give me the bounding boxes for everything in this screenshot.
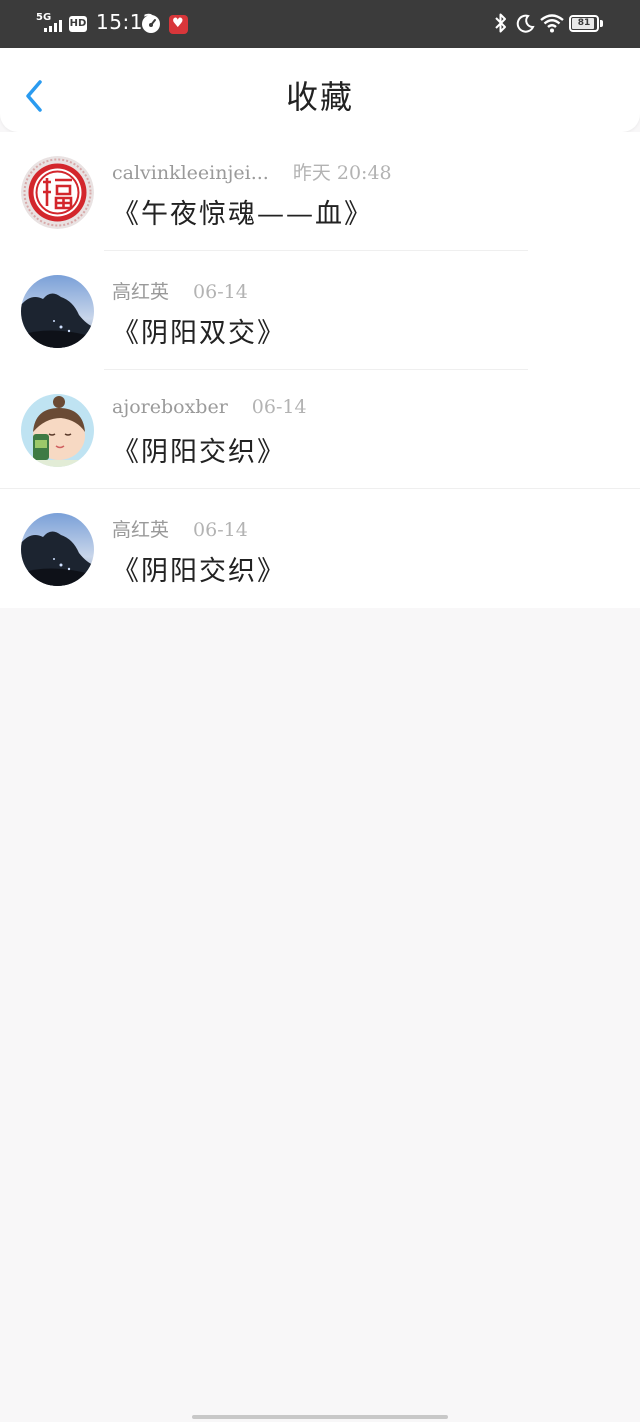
item-title: 《阴阳交织》 <box>112 556 286 587</box>
timestamp: 昨天 20:48 <box>292 162 392 184</box>
header-bar: 收藏 <box>0 48 640 132</box>
author-name: 高红英 <box>112 519 170 541</box>
favorite-item[interactable]: 高红英 06-14 《阴阳双交》 <box>0 251 640 370</box>
favorite-item[interactable]: ajoreboxber 06-14 《阴阳交织》 <box>0 370 640 489</box>
night-tree-avatar <box>21 513 94 586</box>
item-title: 《阴阳交织》 <box>112 437 286 468</box>
author-name: 高红英 <box>112 281 170 303</box>
timestamp: 06-14 <box>193 519 248 541</box>
timestamp: 06-14 <box>193 281 248 303</box>
hd-voice-icon: HD <box>69 16 87 32</box>
night-tree-avatar <box>21 275 94 348</box>
wifi-icon <box>540 12 564 36</box>
status-bar: 5G HD 15:12 81 <box>0 0 640 48</box>
timestamp: 06-14 <box>251 396 307 418</box>
battery-icon: 81 <box>569 15 599 32</box>
battery-level: 81 <box>577 18 591 28</box>
favorites-list: calvinkleeinjei... 昨天 20:48 《午夜惊魂——血》 高红英… <box>0 132 640 608</box>
speed-gauge-icon <box>142 15 160 33</box>
app-notification-icon <box>169 15 188 34</box>
author-name: calvinkleeinjei... <box>112 162 269 184</box>
author-name: ajoreboxber <box>112 396 228 418</box>
item-title: 《午夜惊魂——血》 <box>112 199 373 230</box>
favorite-item[interactable]: 高红英 06-14 《阴阳交织》 <box>0 489 640 608</box>
favorite-item[interactable]: calvinkleeinjei... 昨天 20:48 《午夜惊魂——血》 <box>0 132 640 251</box>
cartoon-girl-avatar <box>21 394 94 467</box>
do-not-disturb-icon <box>515 12 535 36</box>
item-title: 《阴阳双交》 <box>112 318 286 349</box>
bluetooth-icon <box>494 12 508 36</box>
page-title: 收藏 <box>285 78 354 116</box>
home-indicator[interactable] <box>192 1415 448 1419</box>
fu-seal-avatar <box>21 156 94 229</box>
